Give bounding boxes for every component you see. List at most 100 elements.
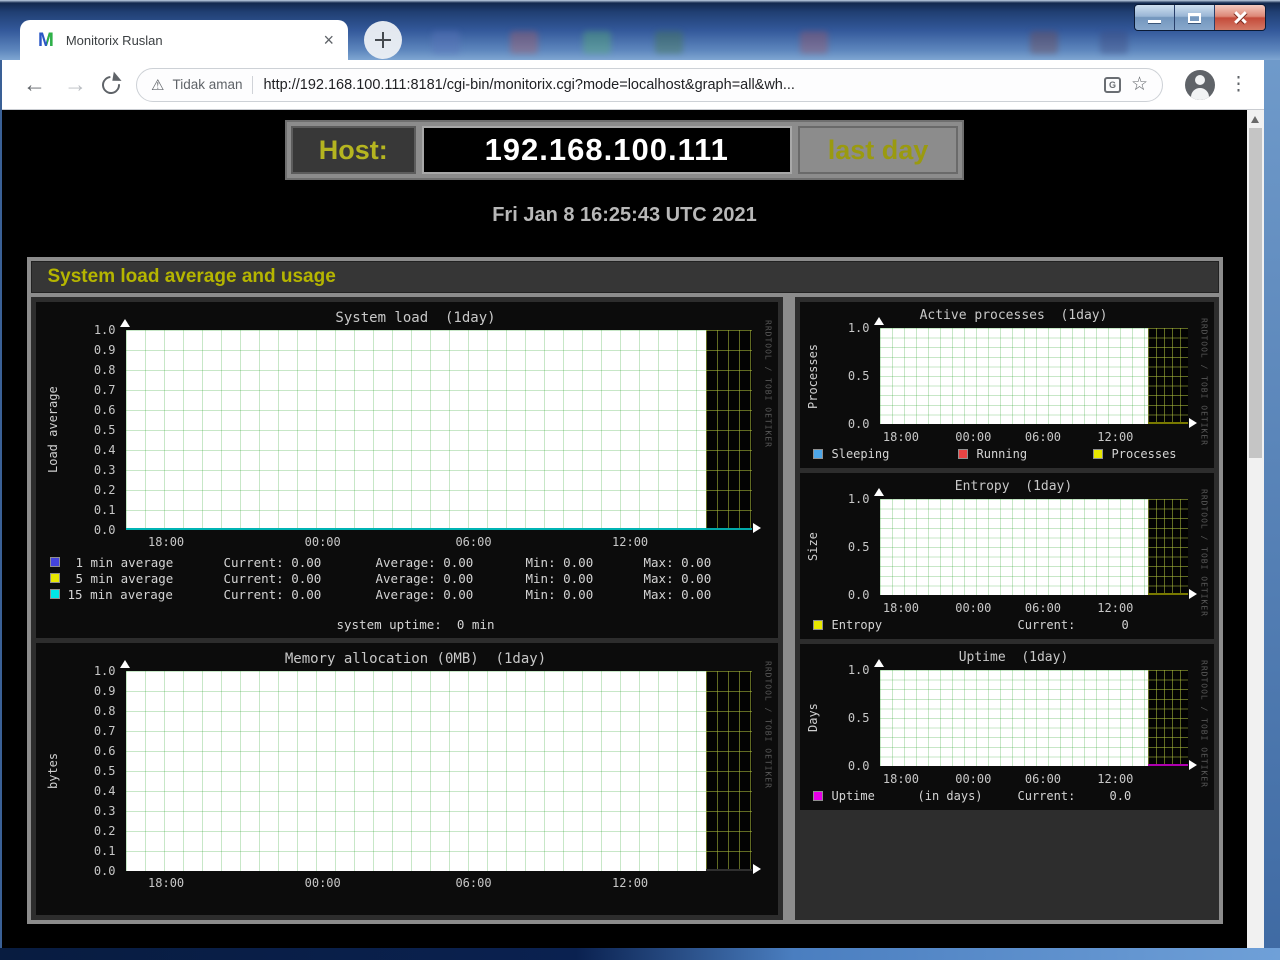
tick: 0.1 <box>94 504 116 516</box>
x-axis-ticks: 18:00 00:00 06:00 12:00 <box>126 877 706 891</box>
legend-swatch <box>50 557 60 567</box>
tick: 18:00 <box>883 602 919 614</box>
plus-icon <box>382 32 384 48</box>
minimize-icon <box>1148 20 1161 23</box>
section-body: System load (1day) Load average 1.0 0.9 … <box>31 297 1219 920</box>
legend-current: Current: 0.00 <box>224 588 322 602</box>
maximize-button[interactable] <box>1175 5 1215 30</box>
tick: 0.2 <box>94 825 116 837</box>
memory-allocation-graph[interactable]: Memory allocation (0MB) (1day) bytes 1.0… <box>36 643 778 915</box>
section-title: System load average and usage <box>31 261 1219 293</box>
new-tab-button[interactable] <box>364 21 402 59</box>
tick: 18:00 <box>883 773 919 785</box>
legend-current: Current: 0.00 <box>224 572 322 586</box>
tick: 0.0 <box>94 524 116 536</box>
rrdtool-watermark: RRDTOOL / TOBI OETIKER <box>1200 660 1209 788</box>
maximize-icon <box>1188 13 1201 23</box>
browser-menu-button[interactable]: ⋮ <box>1229 73 1248 96</box>
person-icon <box>1195 75 1205 85</box>
security-label: Tidak aman <box>172 77 242 92</box>
person-icon <box>1191 88 1209 100</box>
tick: 0.5 <box>848 370 870 382</box>
legend-max: Max: 0.00 <box>644 556 712 570</box>
close-button[interactable] <box>1215 5 1265 30</box>
graph-title: Uptime (1day) <box>880 650 1148 665</box>
x-axis-ticks: 18:00 00:00 06:00 12:00 <box>880 602 1148 616</box>
tick: 18:00 <box>148 877 184 889</box>
entropy-graph[interactable]: Entropy (1day) Size 1.0 0.5 0.0 <box>800 473 1214 639</box>
browser-tab[interactable]: M Monitorix Ruslan × <box>20 20 348 60</box>
url-text: http://192.168.100.111:8181/cgi-bin/moni… <box>263 77 1095 93</box>
x-axis-arrow-icon <box>1189 418 1197 428</box>
scrollbar-thumb[interactable] <box>1249 128 1262 458</box>
legend-swatch <box>813 449 823 459</box>
legend-label: 15 min average <box>68 588 173 602</box>
legend-row: Entropy Current: 0 <box>800 619 1214 634</box>
profile-avatar[interactable] <box>1185 70 1215 100</box>
legend-swatch <box>958 449 968 459</box>
plot-area <box>880 499 1148 595</box>
tick: 0.7 <box>94 725 116 737</box>
tick: 06:00 <box>1025 431 1061 443</box>
window-border <box>0 948 1280 960</box>
uptime-graph[interactable]: Uptime (1day) Days 1.0 0.5 0.0 <box>800 644 1214 810</box>
legend-current: Current: 0.00 <box>224 556 322 570</box>
system-load-section: System load average and usage System loa… <box>27 257 1223 924</box>
legend-label: Running <box>977 448 1028 461</box>
tick: 12:00 <box>1097 773 1133 785</box>
y-axis-arrow-icon <box>874 488 884 496</box>
tick: 0.0 <box>848 418 870 430</box>
legend-row: 15 min average Current: 0.00 Average: 0.… <box>36 588 778 603</box>
tick: 12:00 <box>1097 602 1133 614</box>
period-selector[interactable]: last day <box>798 126 959 174</box>
legend-label: Entropy <box>832 619 883 632</box>
graph-title: Memory allocation (0MB) (1day) <box>126 651 706 667</box>
host-header: Host: 192.168.100.111 last day <box>285 120 965 180</box>
translate-icon[interactable]: G <box>1104 77 1121 93</box>
back-button[interactable]: ← <box>23 73 46 96</box>
host-value: 192.168.100.111 <box>422 126 792 174</box>
legend-swatch <box>50 573 60 583</box>
tick: 12:00 <box>612 536 648 548</box>
tick: 18:00 <box>883 431 919 443</box>
browser-body: ← → ⚠ Tidak aman http://192.168.100.111:… <box>2 60 1264 948</box>
minimize-button[interactable] <box>1135 5 1175 30</box>
x-axis-arrow-icon <box>1189 589 1197 599</box>
tick: 00:00 <box>305 536 341 548</box>
tick: 0.9 <box>94 344 116 356</box>
tick: 18:00 <box>148 536 184 548</box>
x-axis-ticks: 18:00 00:00 06:00 12:00 <box>880 431 1148 445</box>
legend-swatch <box>813 791 823 801</box>
y-axis-arrow-icon <box>120 660 130 668</box>
scroll-up-arrow-icon[interactable] <box>1251 116 1259 123</box>
reload-button[interactable] <box>102 76 120 94</box>
graph-title: System load (1day) <box>126 310 706 326</box>
x-axis-arrow-icon <box>1189 760 1197 770</box>
y-axis-arrow-icon <box>874 659 884 667</box>
browser-window: M Monitorix Ruslan × ← → ⚠ Tidak aman ht… <box>0 0 1280 960</box>
rrdtool-watermark: RRDTOOL / TOBI OETIKER <box>764 320 773 448</box>
system-load-graph[interactable]: System load (1day) Load average 1.0 0.9 … <box>36 302 778 638</box>
tab-title: Monitorix Ruslan <box>66 33 322 48</box>
legend-label: Processes <box>1112 448 1177 461</box>
legend-min: Min: 0.00 <box>526 556 594 570</box>
plot-extension <box>706 671 752 871</box>
forward-button[interactable]: → <box>64 73 87 96</box>
not-secure-warning-icon: ⚠ <box>151 76 164 94</box>
bookmark-star-icon[interactable]: ☆ <box>1131 73 1148 96</box>
y-axis-ticks: 1.0 0.5 0.0 <box>838 499 874 595</box>
tick: 06:00 <box>455 536 491 548</box>
tick: 0.5 <box>848 541 870 553</box>
tick: 0.2 <box>94 484 116 496</box>
browser-toolbar: ← → ⚠ Tidak aman http://192.168.100.111:… <box>2 60 1264 110</box>
plot-area <box>880 328 1148 424</box>
window-controls <box>1134 4 1266 31</box>
scrollbar[interactable] <box>1247 110 1264 948</box>
tick: 0.4 <box>94 444 116 456</box>
active-processes-graph[interactable]: Active processes (1day) Processes 1.0 0.… <box>800 302 1214 468</box>
tabstrip-ghost-icon <box>1030 31 1058 54</box>
monitorix-page: Host: 192.168.100.111 last day Fri Jan 8… <box>2 110 1247 948</box>
tab-close-button[interactable]: × <box>321 31 336 49</box>
tick: 1.0 <box>94 324 116 336</box>
address-bar[interactable]: ⚠ Tidak aman http://192.168.100.111:8181… <box>136 68 1163 102</box>
